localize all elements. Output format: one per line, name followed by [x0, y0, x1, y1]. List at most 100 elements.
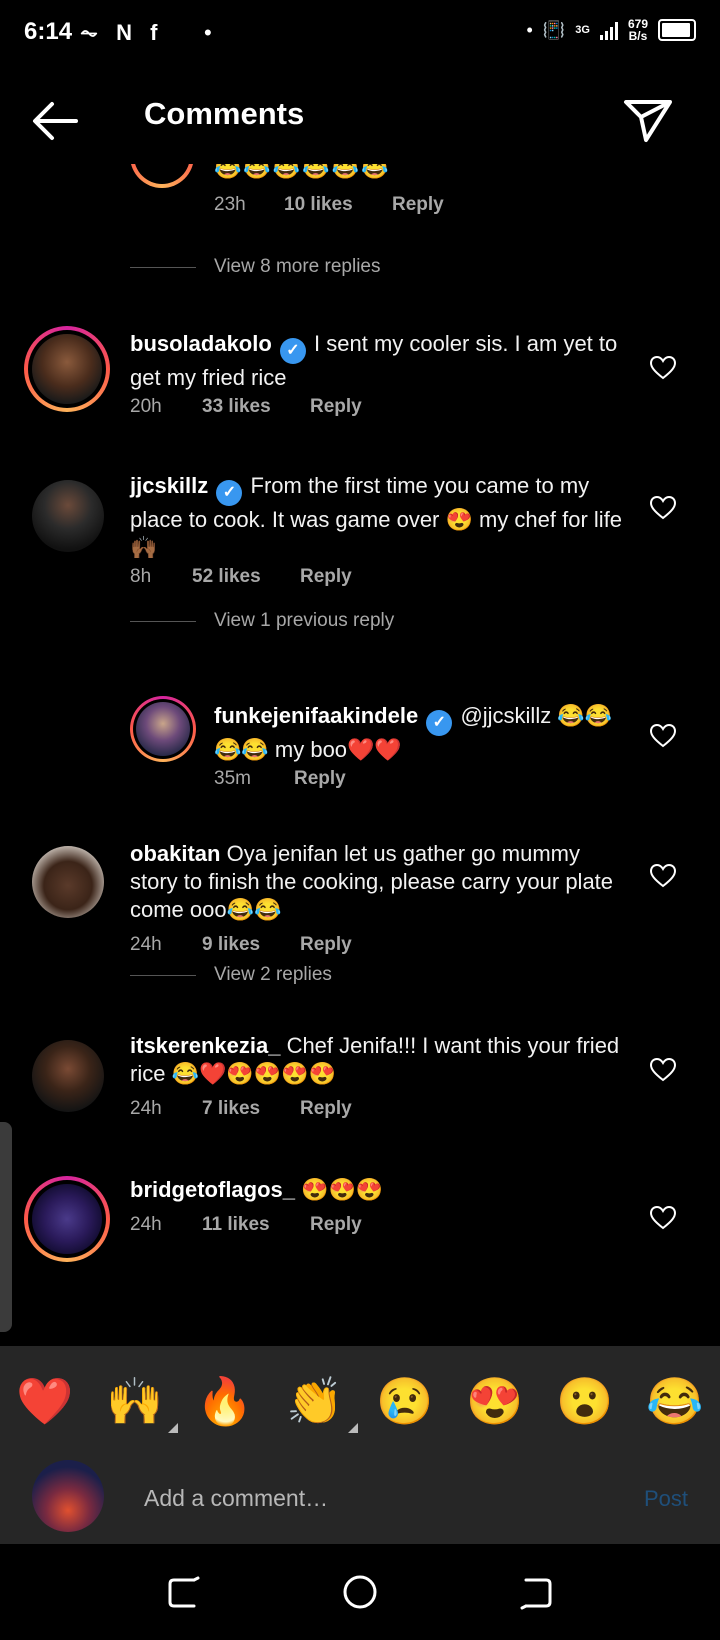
avatar[interactable]	[130, 696, 196, 762]
heart-icon[interactable]	[650, 356, 676, 380]
status-time: 6:14	[24, 18, 73, 45]
comment-meta: 24h 7 likes Reply	[130, 1098, 352, 1120]
avatar[interactable]	[32, 846, 104, 918]
fire-emoji-icon[interactable]: 🔥	[196, 1374, 253, 1429]
surprised-face-emoji-icon[interactable]: 😮	[556, 1374, 613, 1429]
back-arrow-icon[interactable]	[28, 96, 84, 146]
reply-button[interactable]: Reply	[392, 194, 444, 216]
verified-badge-icon: ✓	[216, 480, 243, 506]
divider	[130, 266, 196, 268]
partial-avatar	[130, 164, 200, 194]
laughing-tears-emoji-icon[interactable]: 😂	[646, 1374, 703, 1429]
post-button[interactable]: Post	[644, 1486, 688, 1512]
home-icon[interactable]	[340, 1572, 380, 1612]
reply-button[interactable]: Reply	[294, 768, 346, 790]
avatar[interactable]	[32, 480, 104, 552]
comment-time: 35m	[214, 768, 251, 789]
avatar[interactable]	[32, 1040, 104, 1112]
page-title: Comments	[144, 96, 305, 131]
heart-icon[interactable]	[650, 1206, 676, 1230]
likes-count[interactable]: 7 likes	[202, 1098, 300, 1120]
paper-plane-icon[interactable]	[622, 94, 674, 146]
view-previous-reply[interactable]: View 1 previous reply	[130, 610, 394, 632]
comment-text: jjcskillz ✓ From the first time you came…	[130, 472, 630, 562]
comment-input[interactable]	[144, 1480, 584, 1516]
comment-time: 24h	[130, 1098, 162, 1119]
comment-meta: 20h 33 likes Reply	[130, 396, 362, 418]
comment-time: 24h	[130, 1214, 162, 1235]
heart-icon[interactable]	[650, 496, 676, 520]
notification-icons: ⏦ N f	[80, 20, 164, 45]
reply-button[interactable]: Reply	[300, 1098, 352, 1120]
comment-meta: 23h 10 likes Reply	[214, 194, 444, 216]
clapping-hands-emoji-icon[interactable]: 👏	[286, 1374, 358, 1433]
comment-meta: 24h 11 likes Reply	[130, 1214, 362, 1236]
raising-hands-emoji-icon[interactable]: 🙌	[106, 1374, 178, 1433]
signal-icon	[599, 20, 618, 40]
likes-count[interactable]: 11 likes	[202, 1214, 310, 1236]
edge-panel-handle[interactable]	[0, 1122, 12, 1332]
system-nav-bar	[0, 1544, 720, 1640]
partial-comment-emoji: 😂😂😂😂😂😂	[214, 164, 391, 180]
comment-text: funkejenifaakindele ✓ @jjcskillz 😂😂😂😂 my…	[214, 702, 614, 764]
likes-count[interactable]: 52 likes	[192, 566, 300, 588]
username[interactable]: itskerenkezia_	[130, 1033, 280, 1058]
comment-composer: Post	[0, 1456, 720, 1544]
recent-apps-icon[interactable]	[164, 1572, 204, 1612]
dot-icon: •	[526, 19, 533, 40]
username[interactable]: jjcskillz	[130, 473, 208, 498]
my-avatar	[32, 1460, 104, 1532]
comment-time: 8h	[130, 566, 152, 587]
likes-count[interactable]: 33 likes	[202, 396, 310, 418]
reply-button[interactable]: Reply	[300, 934, 352, 956]
status-bar: 6:14 ⏦ N f • • 📳 3G 679 B/s	[0, 0, 720, 66]
likes-count[interactable]: 10 likes	[284, 194, 392, 216]
red-heart-emoji-icon[interactable]: ❤️	[16, 1374, 73, 1429]
verified-badge-icon: ✓	[426, 710, 453, 736]
comment-meta: 8h 52 likes Reply	[130, 566, 352, 588]
back-nav-icon[interactable]	[516, 1572, 556, 1612]
view-more-replies[interactable]: View 8 more replies	[130, 256, 381, 278]
header: Comments	[0, 66, 720, 174]
avatar	[130, 164, 194, 188]
heart-icon[interactable]	[650, 1058, 676, 1082]
reply-button[interactable]: Reply	[300, 566, 352, 588]
view-more-replies-label: View 8 more replies	[214, 256, 381, 277]
divider	[130, 974, 196, 976]
comment-text: busoladakolo ✓ I sent my cooler sis. I a…	[130, 330, 630, 392]
notification-dot-icon: •	[204, 20, 212, 45]
avatar[interactable]	[24, 326, 110, 412]
comment-meta: 24h 9 likes Reply	[130, 934, 352, 956]
comment-body: 😍😍😍	[301, 1177, 384, 1202]
battery-icon	[658, 19, 696, 41]
view-replies[interactable]: View 2 replies	[130, 964, 332, 986]
comment-text: bridgetoflagos_ 😍😍😍	[130, 1176, 630, 1204]
quick-reactions-bar: ❤️ 🙌 🔥 👏 😢 😍 😮 😂	[0, 1346, 720, 1456]
username[interactable]: bridgetoflagos_	[130, 1177, 295, 1202]
comment-text: itskerenkezia_ Chef Jenifa!!! I want thi…	[130, 1032, 630, 1088]
reply-button[interactable]: Reply	[310, 1214, 362, 1236]
comment-time: 20h	[130, 396, 162, 417]
avatar[interactable]	[24, 1176, 110, 1262]
username[interactable]: busoladakolo	[130, 331, 272, 356]
heart-icon[interactable]	[650, 724, 676, 748]
heart-eyes-emoji-icon[interactable]: 😍	[466, 1374, 523, 1429]
divider	[130, 620, 196, 622]
likes-count[interactable]: 9 likes	[202, 934, 300, 956]
view-previous-reply-label: View 1 previous reply	[214, 610, 395, 631]
vibrate-icon: 📳	[542, 19, 566, 40]
view-replies-label: View 2 replies	[214, 964, 332, 985]
comment-meta: 35m Reply	[214, 768, 346, 790]
net-speed-unit: B/s	[628, 29, 648, 43]
reply-button[interactable]: Reply	[310, 396, 362, 418]
comment-text: obakitan Oya jenifan let us gather go mu…	[130, 840, 630, 924]
net-speed: 679 B/s	[628, 18, 648, 42]
username[interactable]: obakitan	[130, 841, 220, 866]
username[interactable]: funkejenifaakindele	[214, 703, 418, 728]
verified-badge-icon: ✓	[279, 338, 306, 364]
comments-list[interactable]: 😂😂😂😂😂😂 23h 10 likes Reply View 8 more re…	[0, 164, 720, 1344]
status-right-icons: • 📳 3G 679 B/s	[527, 18, 696, 42]
comment-time: 24h	[130, 934, 162, 955]
heart-icon[interactable]	[650, 864, 676, 888]
crying-face-emoji-icon[interactable]: 😢	[376, 1374, 433, 1429]
